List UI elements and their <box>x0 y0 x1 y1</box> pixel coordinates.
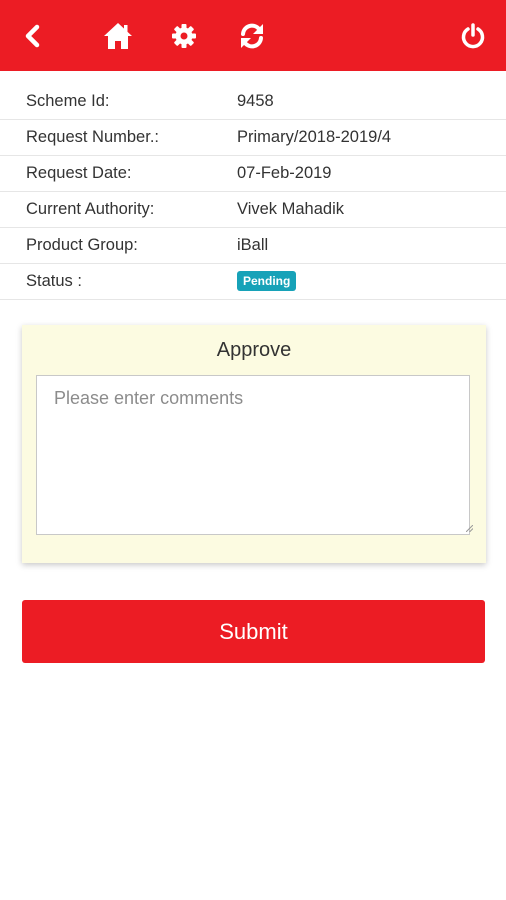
current-authority-label: Current Authority: <box>26 200 155 218</box>
scheme-id-value: 9458 <box>237 92 274 110</box>
submit-button[interactable]: Submit <box>22 600 485 663</box>
current-authority-value: Vivek Mahadik <box>237 200 345 218</box>
product-group-value: iBall <box>237 236 269 254</box>
approve-card: Approve <box>22 325 486 563</box>
power-icon[interactable] <box>455 0 491 71</box>
request-date-row: Request Date: 07-Feb-2019 <box>0 156 506 192</box>
current-authority-row: Current Authority: Vivek Mahadik <box>0 192 506 228</box>
request-number-value: Primary/2018-2019/4 <box>237 128 392 146</box>
request-number-row: Request Number.: Primary/2018-2019/4 <box>0 120 506 156</box>
request-number-label: Request Number.: <box>26 128 159 146</box>
status-row: Status : Pending <box>0 264 506 300</box>
status-badge: Pending <box>237 270 297 291</box>
back-icon[interactable] <box>14 0 52 71</box>
resize-grip-icon[interactable] <box>466 525 473 532</box>
top-toolbar <box>0 0 506 71</box>
product-group-label: Product Group: <box>26 236 138 254</box>
approve-title: Approve <box>216 339 292 361</box>
scheme-id-label: Scheme Id: <box>26 92 110 110</box>
request-details: Scheme Id: 9458 Request Number.: Primary… <box>0 84 506 300</box>
request-date-label: Request Date: <box>26 164 132 182</box>
status-label: Status : <box>26 272 82 290</box>
status-value-cell: Pending <box>237 264 297 299</box>
refresh-icon[interactable] <box>233 0 271 71</box>
comments-textarea[interactable] <box>36 375 470 535</box>
gear-icon[interactable] <box>166 0 202 71</box>
home-icon[interactable] <box>99 0 137 71</box>
scheme-id-row: Scheme Id: 9458 <box>0 84 506 120</box>
request-date-value: 07-Feb-2019 <box>237 164 332 182</box>
product-group-row: Product Group: iBall <box>0 228 506 264</box>
